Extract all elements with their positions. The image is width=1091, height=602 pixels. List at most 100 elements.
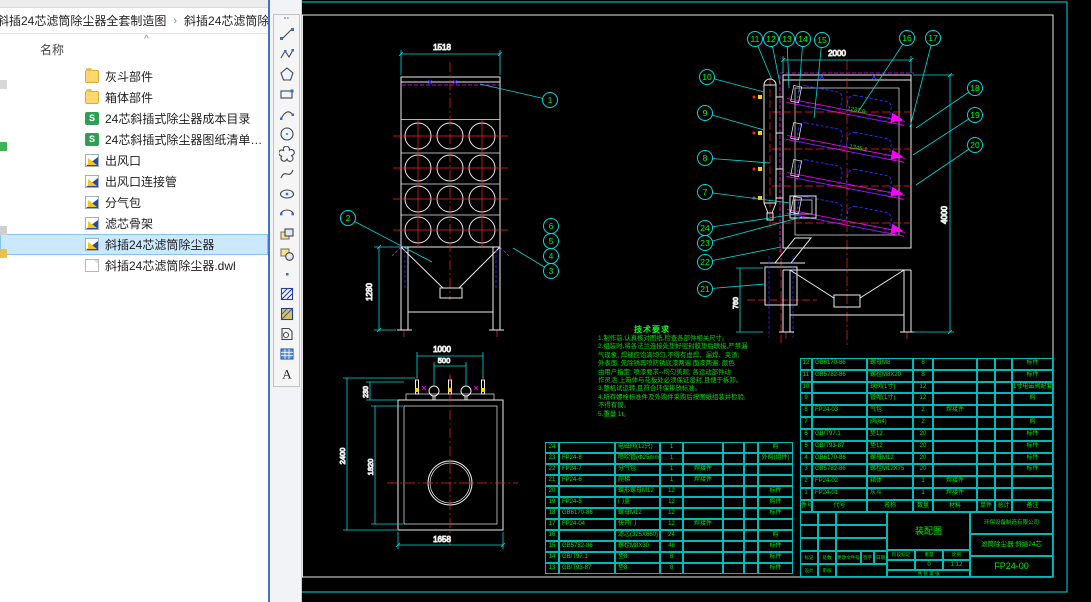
parts-cell — [977, 393, 995, 405]
cad-canvas[interactable]: 1518 1280 — [302, 0, 1091, 602]
side-callouts: 111213141516171819201098724232221 — [698, 31, 983, 297]
line-tool-button[interactable] — [275, 24, 298, 44]
parts-cell: 分气包 — [615, 464, 660, 475]
parts-cell: GB/T97.1 — [559, 552, 615, 563]
file-list-item[interactable]: S24芯斜插式除尘器成本目录 — [0, 108, 268, 129]
parts-cell: 21 — [545, 475, 559, 486]
file-list-item[interactable]: 出风口连接管 — [0, 171, 268, 192]
parts-cell: 2 — [800, 476, 812, 488]
parts-cell: 购 — [758, 530, 793, 541]
parts-cell: 1 — [913, 488, 933, 500]
parts-cell — [977, 405, 995, 417]
parts-cell: 4 — [800, 453, 812, 465]
ellipse-tool-button[interactable] — [275, 184, 298, 204]
hatch-tool-button[interactable] — [275, 284, 298, 304]
parts-cell: 球阀(1寸) — [867, 382, 913, 394]
dim-1820: 1820 — [366, 459, 375, 476]
mtext-tool-button[interactable]: A — [275, 364, 298, 384]
parts-cell — [977, 453, 995, 465]
table-tool-button[interactable] — [275, 344, 298, 364]
titleblock-cell — [836, 525, 887, 538]
titleblock-cell — [818, 512, 836, 525]
parts-cell — [995, 488, 1012, 500]
parts-cell: 8 — [660, 563, 683, 574]
callout-leader — [705, 113, 764, 130]
ellipse-arc-tool-button[interactable] — [275, 204, 298, 224]
parts-cell — [723, 519, 744, 530]
callout-number: 10 — [702, 72, 712, 82]
parts-cell — [744, 541, 758, 552]
parts-cell — [683, 541, 723, 552]
parts-cell — [683, 486, 723, 497]
file-list-item[interactable]: 滤芯骨架 — [0, 213, 268, 234]
parts-cell: 垫8 — [615, 552, 660, 563]
callout-number: 11 — [751, 34, 760, 44]
parts-cell: FP24-04 — [559, 519, 615, 530]
file-list-item[interactable]: 箱体部件 — [0, 87, 268, 108]
region-tool-button[interactable] — [275, 324, 298, 344]
parts-cell: 爬梯 — [615, 475, 660, 486]
spline-tool-button[interactable] — [275, 164, 298, 184]
tree-icon-fragment — [0, 249, 7, 258]
parts-cell — [995, 417, 1012, 429]
callout-number: 8 — [703, 153, 708, 163]
parts-cell — [977, 417, 995, 429]
titleblock-cell — [887, 560, 915, 570]
polyline-tool-button[interactable] — [275, 44, 298, 64]
nav-pane-edge — [0, 66, 10, 296]
parts-cell: 标件 — [1012, 429, 1053, 441]
cad-side-panel: A — [270, 0, 302, 602]
drawing-number: FP24-00 — [970, 556, 1053, 577]
file-name: 箱体部件 — [105, 89, 153, 106]
circle-tool-button[interactable] — [275, 124, 298, 144]
polygon-tool-button[interactable] — [275, 64, 298, 84]
insert-block-tool-button[interactable] — [275, 224, 298, 244]
mtext-icon: A — [279, 366, 295, 382]
gradient-tool-button[interactable] — [275, 304, 298, 324]
callout-number: 4 — [549, 251, 554, 261]
breadcrumb-current-folder[interactable]: 斜插24芯滤筒除 — [184, 12, 268, 29]
parts-cell — [977, 429, 995, 441]
wps-icon: S — [85, 112, 99, 125]
parts-cell — [723, 475, 744, 486]
dim-front-height: 1280 — [365, 283, 374, 301]
note-line: 外表面: 先除锈再喷防锈底漆两遍,面漆两遍; 颜色 — [598, 360, 750, 368]
breadcrumb-folder[interactable]: 斜插24芯滤筒除尘器全套制造图 — [0, 12, 166, 29]
file-name: 分气包 — [105, 194, 141, 211]
weight-label: 重量 — [915, 550, 943, 560]
front-view: 1518 1280 — [365, 43, 509, 337]
point-tool-button[interactable] — [275, 264, 298, 284]
file-list-item[interactable]: 斜插24芯滤筒除尘器.dwl — [0, 255, 268, 276]
titleblock-cell — [836, 564, 887, 577]
parts-cell — [1012, 476, 1053, 488]
parts-cell: 购 — [1012, 417, 1053, 429]
parts-cell: FP24-02 — [812, 476, 867, 488]
titleblock-cell — [818, 525, 836, 538]
file-list-item[interactable]: S24芯斜插式除尘器图纸清单标准件外购... — [0, 129, 268, 150]
parts-cell — [1012, 405, 1053, 417]
dwg-icon — [85, 196, 99, 209]
file-list-item[interactable]: 分气包 — [0, 192, 268, 213]
parts-cell: 螺母M12 — [615, 508, 660, 519]
note-line: 2.组装时,将各法兰连接处垫好密封胶垫后联接,严禁漏 — [598, 343, 750, 351]
list-column-header[interactable]: ^ 名称 — [0, 36, 268, 60]
arc-tool-button[interactable] — [275, 104, 298, 124]
parts-cell: 12 — [660, 486, 683, 497]
file-list-item[interactable]: 灰斗部件 — [0, 66, 268, 87]
parts-cell — [933, 441, 977, 453]
parts-cell — [559, 486, 615, 497]
parts-cell: 22 — [545, 464, 559, 475]
callout-leader — [348, 218, 432, 262]
file-icon — [85, 259, 99, 272]
ellipse-arc-icon — [279, 206, 295, 222]
rectangle-tool-button[interactable] — [275, 84, 298, 104]
toolbar-grip[interactable] — [284, 17, 289, 22]
ellipse-icon — [279, 186, 295, 202]
make-block-tool-button[interactable] — [275, 244, 298, 264]
callout-number: 18 — [970, 83, 980, 93]
revcloud-tool-button[interactable] — [275, 144, 298, 164]
revcloud-icon — [279, 146, 295, 162]
parts-cell — [995, 476, 1012, 488]
file-list-item[interactable]: 出风口 — [0, 150, 268, 171]
file-list-item[interactable]: 斜插24芯滤筒除尘器 — [0, 234, 268, 255]
